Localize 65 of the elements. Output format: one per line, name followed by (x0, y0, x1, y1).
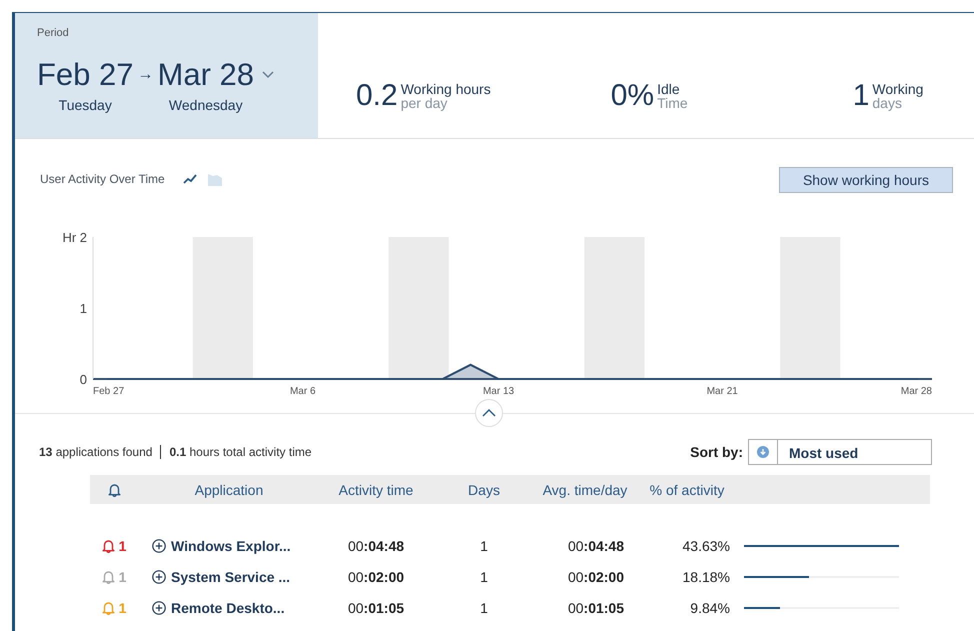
activity-time-cell-text: 00:02:00 (346, 568, 406, 584)
show-working-hours-button[interactable]: Show working hours (778, 167, 953, 193)
alert-count: 1 (90, 568, 138, 584)
applications-count: 13 applications found (39, 445, 152, 459)
application-link[interactable]: System Service ... (138, 568, 320, 586)
start-date: Feb 27 (37, 57, 134, 93)
plus-circle-icon (152, 570, 166, 584)
arrow-text: → (138, 65, 154, 85)
stat-label: Idle (657, 82, 681, 96)
column-header[interactable]: Application (138, 482, 320, 498)
percent-cell-text: 9.84% (689, 600, 731, 616)
plus-circle-icon (152, 538, 166, 552)
y-tick-label: 1 (80, 301, 87, 316)
avg-time-cell-text: 00:02:00 (566, 568, 625, 584)
percent-cell-text: 43.63% (682, 538, 731, 554)
stat-label: Working (872, 82, 924, 96)
activity-time-cell-text: 00:04:48 (346, 538, 406, 554)
stat-value: 1 (852, 79, 870, 113)
stat-sublabel: per day (400, 96, 448, 110)
days-cell-text: 1 (479, 538, 489, 554)
bell-icon (108, 482, 120, 496)
total-activity-time: 0.1 hours total activity time (169, 445, 312, 459)
x-tick-label: Mar 13 (482, 386, 514, 397)
activity-time-cell-text: 00:01:05 (346, 600, 406, 616)
column-header[interactable]: Avg. time/day (536, 482, 634, 498)
x-tick-label: Feb 27 (93, 386, 124, 397)
stat-sublabel: Time (657, 96, 688, 110)
y-tick-label: 0 (80, 372, 87, 387)
period-label: Period (37, 27, 70, 39)
bell-icon (102, 600, 115, 614)
column-header[interactable]: Activity time (320, 482, 432, 498)
stat-sublabel: days (872, 96, 902, 110)
x-tick-label: Mar 21 (706, 386, 738, 397)
stat-value: 0% (610, 79, 654, 113)
alert-count: 1 (90, 600, 138, 616)
x-tick-label: Mar 6 (290, 386, 316, 397)
sort-direction-icon[interactable] (748, 439, 778, 465)
x-tick-label: Mar 28 (900, 386, 932, 397)
line-chart-icon[interactable] (182, 172, 199, 186)
bell-icon (102, 570, 115, 584)
sort-label: Sort by: (690, 444, 743, 460)
column-header[interactable]: Days (432, 482, 536, 498)
y-tick-label: Hr 2 (62, 230, 87, 245)
bell-icon (102, 538, 115, 552)
start-day: Tuesday (58, 97, 112, 113)
end-day: Wednesday (168, 97, 243, 113)
column-header[interactable]: % of activity (634, 482, 740, 498)
plus-circle-icon (152, 600, 166, 614)
alert-count: 1 (90, 538, 138, 554)
end-date: Mar 28 (158, 57, 254, 93)
avg-time-cell-text: 00:01:05 (566, 600, 625, 616)
application-link[interactable]: Windows Explor... (138, 536, 320, 554)
days-cell-text: 1 (479, 600, 489, 616)
chart-title: User Activity Over Time (40, 172, 165, 186)
percent-cell-text: 18.18% (682, 568, 731, 584)
application-link[interactable]: Remote Deskto... (138, 598, 320, 616)
chevron-up-icon (482, 409, 496, 417)
period-panel[interactable]: Period Feb 27 Tuesday →Mar 28 Wednesday (15, 13, 318, 138)
collapse-button[interactable] (475, 399, 503, 427)
chevron-down-icon[interactable] (262, 71, 274, 79)
stat-label: Working hours (400, 82, 491, 96)
sort-select[interactable]: Most used (778, 439, 932, 465)
stat-value: 0.2 (356, 79, 398, 113)
days-cell-text: 1 (479, 568, 489, 584)
avg-time-cell-text: 00:04:48 (566, 538, 625, 554)
